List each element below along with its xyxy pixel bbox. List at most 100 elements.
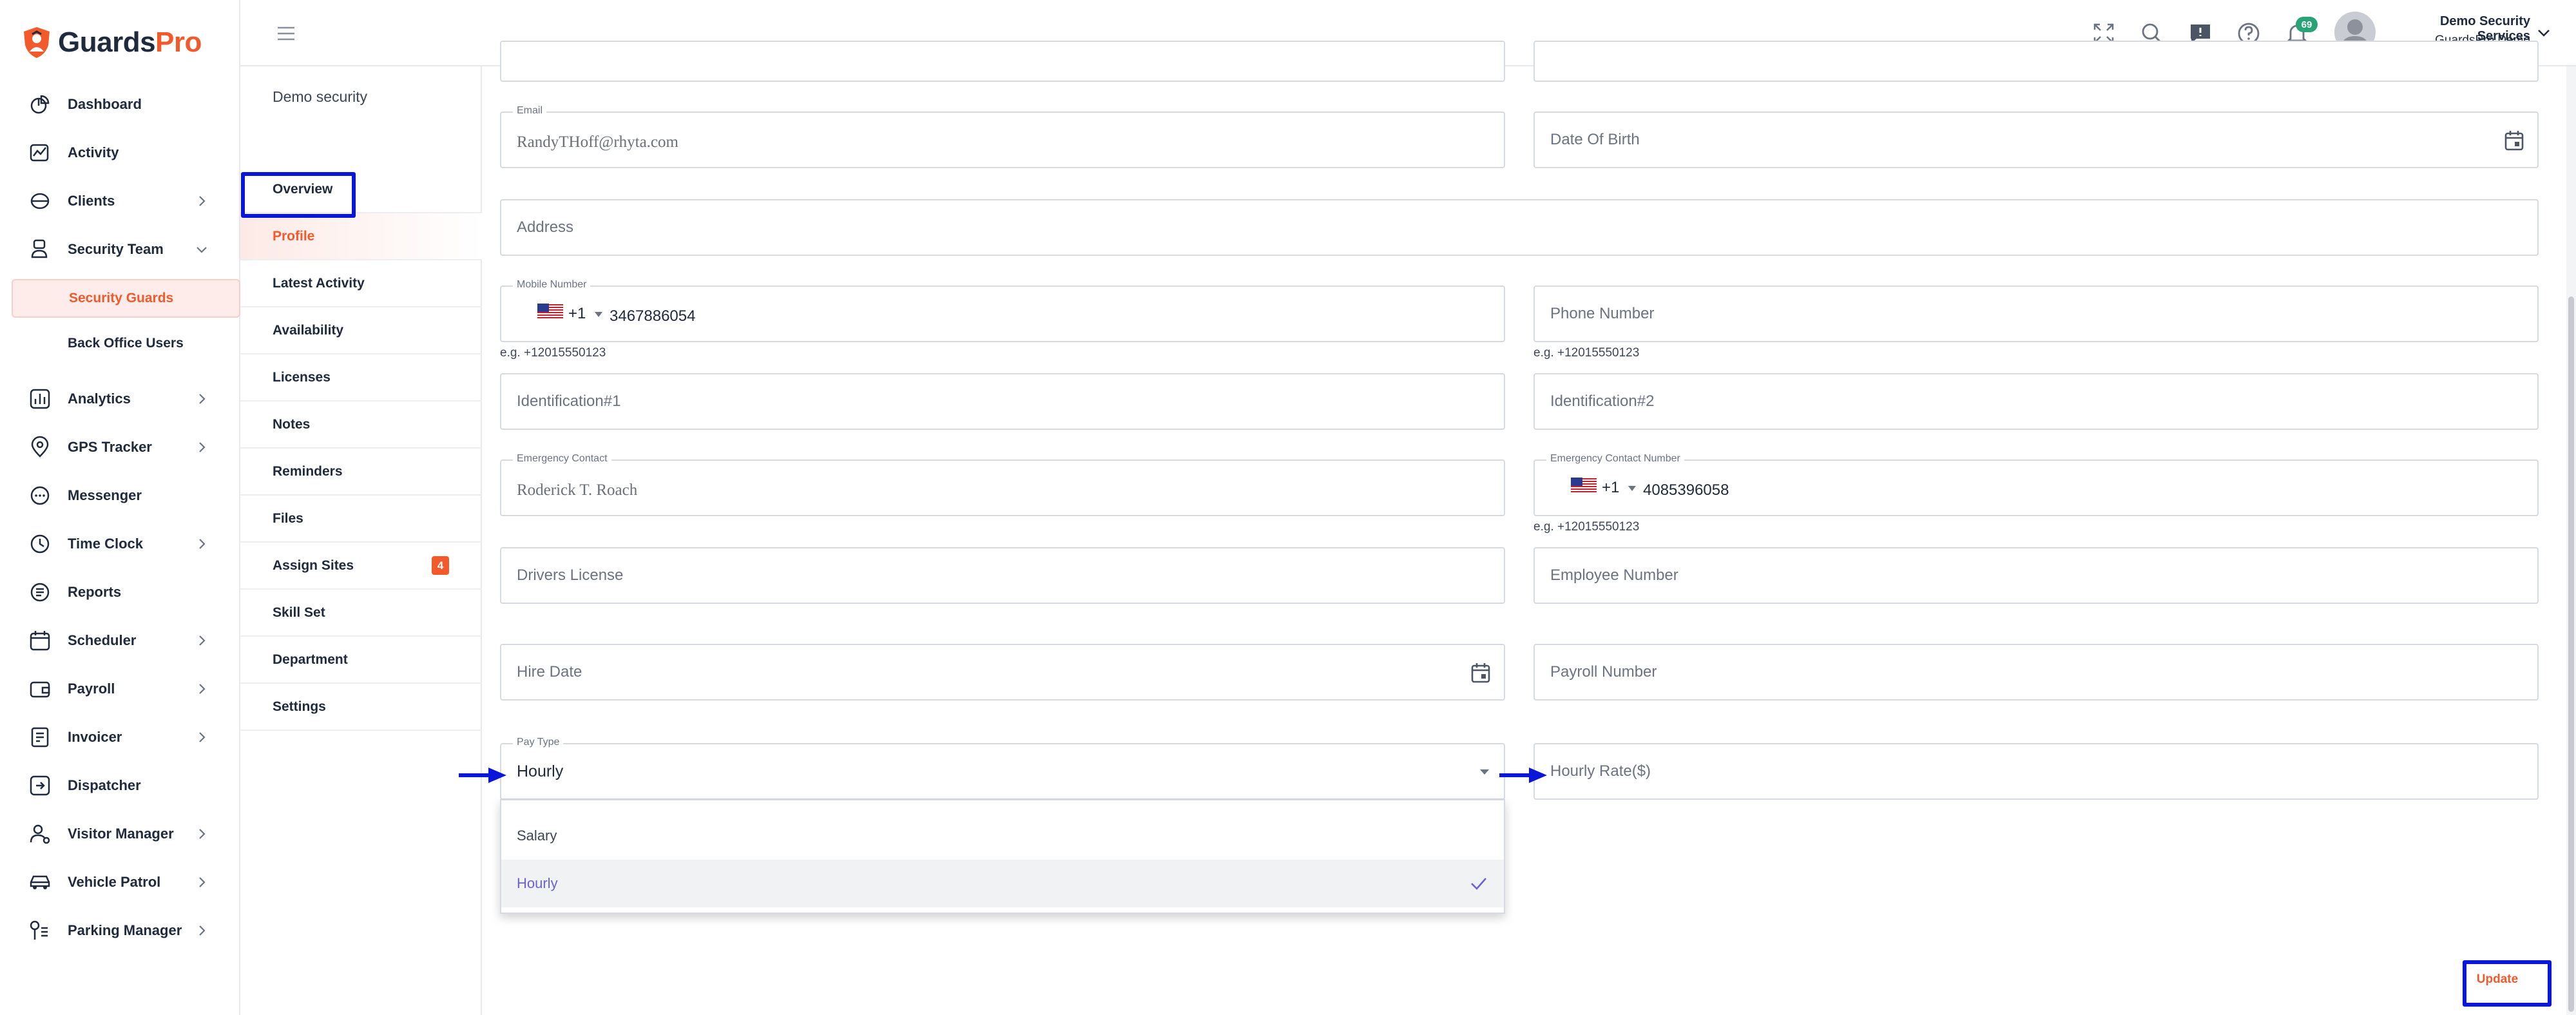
sidebar-item-analytics[interactable]: Analytics (0, 380, 240, 418)
subnav-item-reminders[interactable]: Reminders (240, 449, 482, 496)
hamburger-menu-icon[interactable] (274, 22, 298, 45)
sidebar-item-label: Time Clock (68, 536, 143, 552)
chevron-right-icon (199, 877, 206, 887)
sidebar-item-scheduler[interactable]: Scheduler (0, 621, 240, 660)
subnav-item-label: Files (273, 510, 303, 526)
sidebar-item-reports[interactable]: Reports (0, 573, 240, 612)
gps-icon (31, 436, 49, 458)
sidebar-item-clients[interactable]: Clients (0, 182, 240, 220)
sidebar-item-label: Parking Manager (68, 922, 182, 938)
hire-date-field[interactable]: Hire Date (500, 644, 1505, 701)
subnav-item-label: Assign Sites (273, 557, 354, 573)
sidebar-item-label: Scheduler (68, 632, 137, 648)
logo-text-part1: Guards (58, 26, 156, 58)
subnav-item-skill-set[interactable]: Skill Set (240, 590, 482, 637)
invoice-icon (31, 727, 49, 748)
address-placeholder: Address (517, 218, 574, 236)
profile-subnav: Demo security Overview Profile Latest Ac… (240, 66, 482, 1015)
subnav-item-availability[interactable]: Availability (240, 307, 482, 354)
assign-sites-badge: 4 (432, 556, 449, 575)
address-field[interactable]: Address (500, 199, 2539, 256)
mobile-label: Mobile Number (513, 279, 591, 291)
subnav-title: Demo security (273, 88, 367, 105)
caret-down-icon[interactable] (1479, 769, 1490, 775)
subnav-item-assign-sites[interactable]: Assign Sites 4 (240, 543, 482, 590)
subnav-item-overview[interactable]: Overview (240, 166, 482, 213)
caret-down-icon[interactable] (1628, 485, 1637, 492)
subnav-item-settings[interactable]: Settings (240, 684, 482, 731)
sidebar-item-label: GPS Tracker (68, 439, 152, 455)
sidebar-subitem-security-guards[interactable]: Security Guards (12, 279, 240, 318)
sidebar-item-time-clock[interactable]: Time Clock (0, 525, 240, 563)
chevron-right-icon (199, 829, 206, 839)
hourly-rate-field[interactable]: Hourly Rate($) (1533, 743, 2539, 800)
employee-number-placeholder: Employee Number (1550, 566, 1678, 584)
date-of-birth-field[interactable]: Date Of Birth (1533, 111, 2539, 168)
update-button[interactable]: Update (2463, 963, 2532, 996)
pay-type-select[interactable]: Pay Type Hourly (500, 737, 1505, 800)
emergency-dial-code: +1 (1602, 479, 1620, 496)
identification-1-placeholder: Identification#1 (517, 392, 621, 410)
chevron-right-icon (199, 442, 206, 452)
us-flag-icon[interactable] (537, 304, 563, 319)
email-label: Email (513, 105, 547, 117)
previous-field-right[interactable] (1533, 41, 2539, 82)
mobile-number-field[interactable]: Mobile Number +1 3467886054 (500, 279, 1505, 342)
reports-icon (30, 583, 50, 602)
payroll-number-field[interactable]: Payroll Number (1533, 644, 2539, 701)
dispatcher-icon (30, 775, 50, 796)
payroll-number-placeholder: Payroll Number (1550, 663, 1657, 681)
chevron-down-icon[interactable] (2535, 26, 2552, 40)
identification-2-field[interactable]: Identification#2 (1533, 373, 2539, 430)
sidebar-item-label: Dashboard (68, 96, 142, 112)
mobile-hint: e.g. +12015550123 (500, 346, 606, 360)
sidebar-item-parking-manager[interactable]: Parking Manager (0, 911, 240, 950)
pay-type-option-salary[interactable]: Salary (501, 812, 1504, 860)
drivers-license-placeholder: Drivers License (517, 566, 624, 584)
subnav-item-label: Notes (273, 416, 311, 432)
sidebar-item-label: Clients (68, 193, 115, 209)
subnav-item-department[interactable]: Department (240, 637, 482, 684)
emergency-contact-number-field[interactable]: Emergency Contact Number +1 4085396058 (1533, 453, 2539, 516)
clock-icon (30, 534, 50, 554)
drivers-license-field[interactable]: Drivers License (500, 547, 1505, 604)
sidebar-item-visitor-manager[interactable]: Visitor Manager (0, 815, 240, 853)
sidebar-item-activity[interactable]: Activity (0, 133, 240, 172)
us-flag-icon[interactable] (1571, 478, 1597, 493)
hire-date-placeholder: Hire Date (517, 663, 582, 681)
sidebar-item-gps-tracker[interactable]: GPS Tracker (0, 428, 240, 467)
sidebar-item-invoicer[interactable]: Invoicer (0, 718, 240, 757)
sidebar-item-security-team[interactable]: Security Team (0, 230, 240, 269)
app-logo[interactable]: GuardsPro (22, 24, 202, 61)
sidebar-item-messenger[interactable]: Messenger (0, 476, 240, 515)
emergency-number-label: Emergency Contact Number (1546, 453, 1684, 465)
identification-1-field[interactable]: Identification#1 (500, 373, 1505, 430)
pay-type-option-hourly[interactable]: Hourly (501, 860, 1504, 907)
subnav-item-latest-activity[interactable]: Latest Activity (240, 260, 482, 307)
caret-down-icon[interactable] (594, 311, 603, 318)
employee-number-field[interactable]: Employee Number (1533, 547, 2539, 604)
emergency-contact-field[interactable]: Emergency Contact Roderick T. Roach (500, 453, 1505, 516)
sidebar-item-vehicle-patrol[interactable]: Vehicle Patrol (0, 863, 240, 902)
sidebar-item-payroll[interactable]: Payroll (0, 670, 240, 708)
sidebar-item-dashboard[interactable]: Dashboard (0, 85, 240, 124)
security-team-icon (31, 239, 48, 258)
mobile-value: 3467886054 (610, 307, 696, 325)
sidebar-item-dispatcher[interactable]: Dispatcher (0, 766, 240, 805)
calendar-icon[interactable] (2504, 130, 2524, 151)
subnav-item-label: Licenses (273, 369, 331, 385)
subnav-item-files[interactable]: Files (240, 496, 482, 543)
subnav-item-notes[interactable]: Notes (240, 401, 482, 449)
email-field[interactable]: Email RandyTHoff@rhyta.com (500, 105, 1505, 168)
scrollbar-thumb[interactable] (2568, 296, 2574, 1012)
subnav-item-profile[interactable]: Profile (240, 213, 482, 260)
sidebar-subitem-back-office-users[interactable]: Back Office Users (12, 324, 240, 363)
sidebar-item-label: Vehicle Patrol (68, 874, 161, 890)
car-icon (30, 875, 50, 889)
previous-field-left[interactable] (500, 41, 1505, 82)
subnav-item-licenses[interactable]: Licenses (240, 354, 482, 401)
calendar-icon (30, 631, 50, 651)
chevron-right-icon (199, 732, 206, 742)
phone-number-field[interactable]: Phone Number (1533, 285, 2539, 342)
calendar-icon[interactable] (1470, 662, 1491, 684)
